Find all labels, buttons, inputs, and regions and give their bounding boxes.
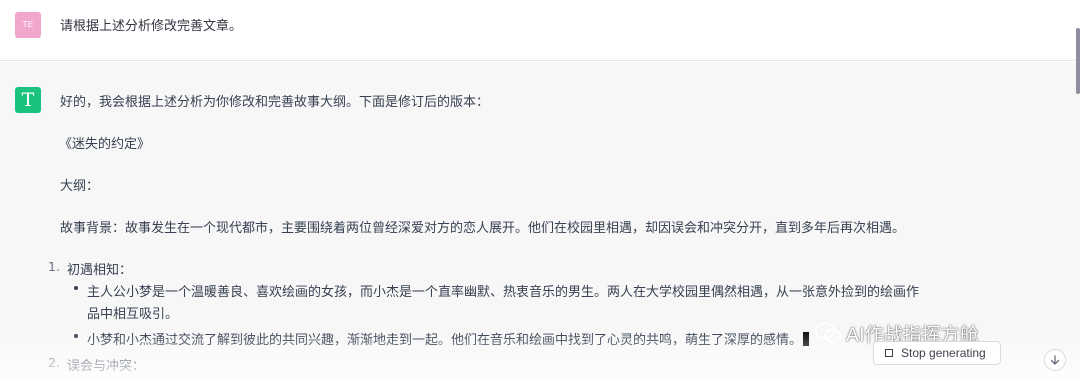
chatgpt-logo-icon: T xyxy=(15,87,41,113)
bullet-text-line: 主人公小梦是一个温暖善良、喜欢绘画的女孩，而小杰是一个直率幽默、热衷音乐的男生。… xyxy=(87,285,920,300)
user-message-text: 请根据上述分析修改完善文章。 xyxy=(60,19,243,34)
typing-cursor xyxy=(803,332,810,346)
arrow-down-icon xyxy=(1050,355,1060,365)
stop-generating-button[interactable]: Stop generating xyxy=(873,341,1001,365)
story-title: 《迷失的约定》 xyxy=(59,137,151,152)
assistant-intro: 好的，我会根据上述分析为你修改和完善故事大纲。下面是修订后的版本： xyxy=(60,95,490,110)
bullet-text: 小梦和小杰通过交流了解到彼此的共同兴趣，渐渐地走到一起。他们在音乐和绘画中找到了… xyxy=(87,333,803,348)
bullet-dot xyxy=(74,334,78,338)
bullet-text-line: 小梦和小杰通过交流了解到彼此的共同兴趣，渐渐地走到一起。他们在音乐和绘画中找到了… xyxy=(87,329,810,348)
section-number: 1. xyxy=(48,259,60,274)
wechat-icon xyxy=(814,322,841,343)
section-heading: 误会与冲突： xyxy=(67,359,146,374)
stop-generating-label: Stop generating xyxy=(901,346,986,360)
story-background: 故事背景：故事发生在一个现代都市，主要围绕着两位曾经深爱对方的恋人展开。他们在校… xyxy=(60,221,906,236)
section-heading: 初遇相知： xyxy=(67,263,133,278)
chat-page: TE 请根据上述分析修改完善文章。 T 好的，我会根据上述分析为你修改和完善故事… xyxy=(0,0,1080,380)
user-avatar: TE xyxy=(15,12,41,38)
outline-label: 大纲： xyxy=(60,179,100,194)
bullet-dot xyxy=(74,286,78,290)
section-number: 2. xyxy=(48,355,60,370)
bullet-text-line: 品中相互吸引。 xyxy=(87,307,179,322)
stop-square-icon xyxy=(885,349,893,357)
scroll-down-button[interactable] xyxy=(1044,349,1066,371)
user-message-row: TE 请根据上述分析修改完善文章。 xyxy=(0,0,1080,61)
scrollbar-thumb[interactable] xyxy=(1076,28,1080,94)
